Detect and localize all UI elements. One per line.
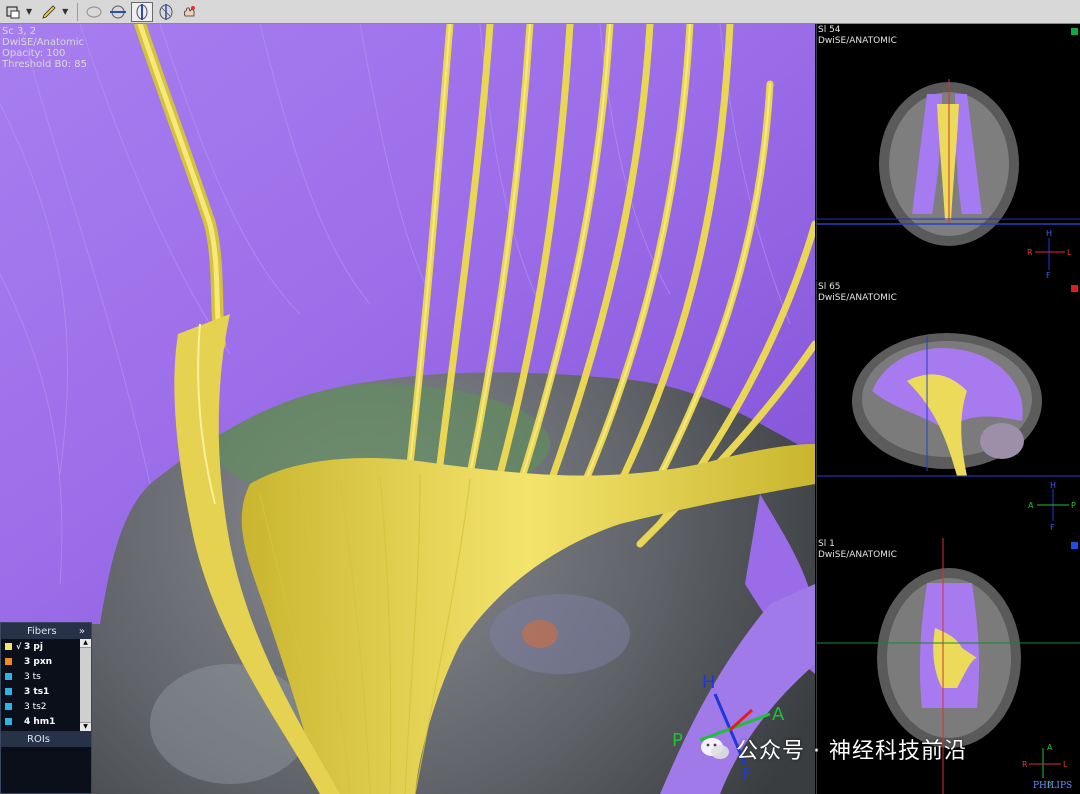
fibers-panel: Fibers » √ 3 pj 3 pxn 3 ts 3 ts1 3 ts2 4… [0,622,92,794]
fiber-list: √ 3 pj 3 pxn 3 ts 3 ts1 3 ts2 4 hm1 [1,639,81,729]
toolbar-divider [77,2,79,21]
select-tool-button[interactable] [2,2,24,22]
fibers-title: Fibers [27,625,57,637]
fiber-label: 3 ts1 [24,686,50,697]
opacity-value: Opacity: 100 [2,48,66,59]
fiber-item-3-ts1[interactable]: 3 ts1 [1,684,81,699]
rois-panel-header[interactable]: ROIs [1,731,91,747]
horizontal-cut-tool-button[interactable] [107,2,129,22]
coronal-plane-icon [159,3,173,20]
rois-title: ROIs [27,733,50,745]
watermark: 公众号 · 神经科技前沿 [700,733,967,765]
dropdown-arrow-icon[interactable]: ▼ [62,7,68,16]
fiber-label: 4 hm1 [24,716,56,727]
sagittal-view[interactable]: H A P F Sl 65 DwiSE/ANATOMIC [816,281,1080,537]
coronal-cut-tool-button[interactable] [155,2,177,22]
fiber-color-swatch [5,688,12,695]
wechat-icon [701,738,729,759]
ellipse-icon [86,5,102,18]
view-color-marker [1071,542,1078,549]
series-name: DwiSE/ANATOMIC [818,293,897,303]
select-box-icon [6,5,20,18]
checkmark-icon[interactable]: √ [16,642,24,651]
vendor-logo: PHILIPS [1033,781,1073,791]
sagittal-slice-image: H A P F [817,333,1080,532]
sagittal-orient-f: F [1050,523,1055,532]
fiber-color-swatch [5,673,12,680]
series-number: Sc 3, 2 [2,26,37,37]
watermark-text: 公众号 · 神经科技前沿 [736,739,967,764]
axial-orient-a: A [1047,743,1053,752]
axial-orient-r: R [1022,760,1028,769]
coronal-orient-h: H [1046,229,1052,238]
pen-icon [42,4,56,19]
fiber-label: 3 ts2 [24,701,47,712]
fiber-label: 3 pxn [24,656,53,667]
sagittal-orient-p: P [1071,501,1076,510]
tractography-3d-view[interactable]: H A P F Sc 3, 2 DwiSE/Anatomic Opacity: … [0,24,815,794]
fiber-color-swatch [5,643,12,650]
coronal-view[interactable]: H R L F Sl 54 DwiSE/ANATOMIC [816,24,1080,280]
coronal-slice-image: H R L F [817,79,1080,280]
series-name: DwiSE/ANATOMIC [818,36,897,46]
fiber-label: 3 ts [24,671,41,682]
axis-a-label: A [772,704,785,725]
fiber-item-3-pxn[interactable]: 3 pxn [1,654,81,669]
sagittal-orient-a: A [1028,501,1034,510]
axial-view-label: Sl 1 DwiSE/ANATOMIC [818,539,897,561]
slice-number: Sl 65 [818,282,841,292]
axial-plane-icon [110,5,127,18]
sagittal-view-label: Sl 65 DwiSE/ANATOMIC [818,282,897,304]
fiber-color-swatch [5,703,12,710]
fiber-item-3-ts2[interactable]: 3 ts2 [1,699,81,714]
view-info: Sc 3, 2 DwiSE/Anatomic Opacity: 100 Thre… [2,26,87,70]
hand-tool-button[interactable] [179,2,201,22]
view-color-marker [1071,285,1078,292]
fiber-list-scrollbar[interactable]: ▲ ▼ [80,639,91,731]
fiber-item-3-pj[interactable]: √ 3 pj [1,639,81,654]
hand-icon [184,5,196,16]
axis-p-label: P [672,730,683,751]
axis-f-label: F [742,764,752,785]
series-name: DwiSE/Anatomic [2,37,85,48]
expand-icon[interactable]: » [79,626,85,637]
series-name: DwiSE/ANATOMIC [818,550,897,560]
threshold-value: Threshold B0: 85 [2,59,87,70]
sagittal-cut-tool-button[interactable] [131,1,154,22]
annotate-tool-button[interactable] [38,2,60,22]
fiber-item-4-hm1[interactable]: 4 hm1 [1,714,81,729]
sagittal-orient-h: H [1050,481,1056,490]
fiber-label: 3 pj [24,641,43,652]
fibers-panel-header[interactable]: Fibers » [1,623,91,639]
coronal-view-label: Sl 54 DwiSE/ANATOMIC [818,25,897,47]
coronal-orient-f: F [1046,271,1051,280]
coronal-orient-r: R [1027,248,1033,257]
fiber-color-swatch [5,658,12,665]
scroll-down-icon[interactable]: ▼ [80,722,91,731]
dropdown-arrow-icon[interactable]: ▼ [26,7,32,16]
slice-number: Sl 54 [818,25,841,35]
fiber-color-swatch [5,718,12,725]
slice-number: Sl 1 [818,539,835,549]
view-color-marker [1071,28,1078,35]
axial-orient-l: L [1063,760,1068,769]
coronal-orient-l: L [1067,248,1072,257]
sagittal-plane-icon [136,3,148,20]
axis-h-label: H [702,672,716,693]
toolbar: ▼ ▼ [0,0,1080,24]
ellipse-tool-button[interactable] [83,2,105,22]
fiber-render: H A P F [0,24,815,794]
scroll-up-icon[interactable]: ▲ [80,639,91,648]
fiber-item-3-ts[interactable]: 3 ts [1,669,81,684]
